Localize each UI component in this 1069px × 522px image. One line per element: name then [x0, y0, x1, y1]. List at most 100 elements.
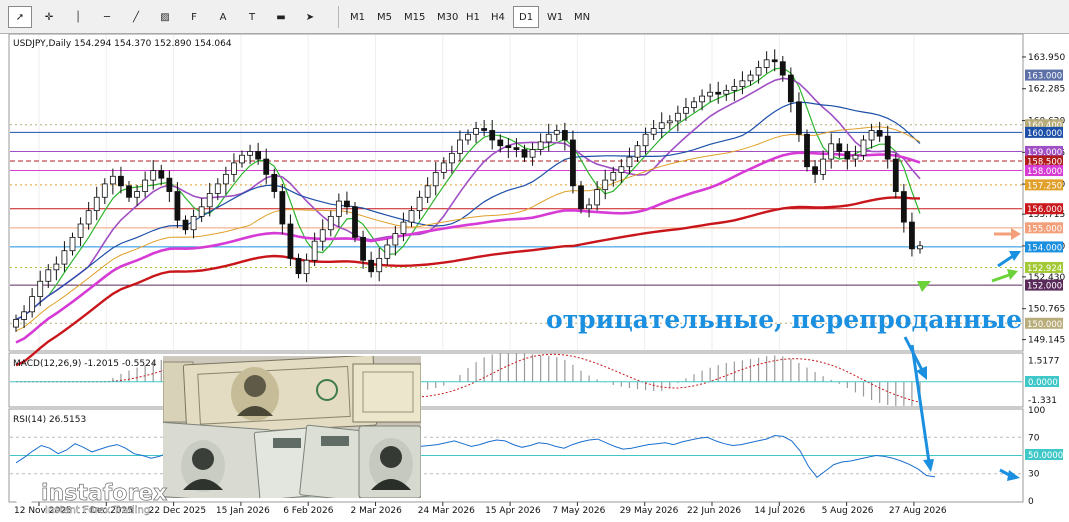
candle-body [319, 229, 326, 242]
candle-body [804, 133, 810, 168]
symbol-info: USDJPY,Daily 154.294 154.370 152.890 154… [13, 39, 232, 49]
candle-body [707, 91, 714, 97]
price-tag-text: 157.250 [1027, 181, 1062, 191]
candle-body [521, 149, 528, 158]
candle-body [231, 162, 237, 175]
candle-body [408, 210, 415, 223]
candle-body [150, 170, 157, 181]
date-label: 27 Aug 2026 [889, 506, 947, 516]
date-label: 22 Jun 2026 [687, 506, 741, 516]
candle-body [489, 130, 496, 141]
price-tick-label: 150.765 [1028, 305, 1065, 315]
candle-body [465, 133, 471, 141]
date-label: 14 Jul 2026 [754, 506, 805, 516]
candle-body [440, 162, 447, 173]
price-line-labels: 163.000160.400160.000159.000158.500158.0… [1025, 69, 1063, 330]
candle-body [368, 259, 375, 273]
candle-body [537, 141, 544, 150]
candle-body [868, 130, 875, 141]
candle-body [352, 206, 358, 238]
date-label: 5 Aug 2026 [822, 506, 874, 516]
date-label: 6 Feb 2026 [283, 506, 334, 516]
price-tag-text: 156.000 [1027, 205, 1062, 215]
candle-body [126, 185, 132, 198]
candle-body [344, 200, 350, 208]
candle-body [505, 145, 512, 149]
candle-body [13, 319, 19, 328]
candle-body [416, 196, 423, 212]
candle-body [327, 215, 334, 231]
candle-body [432, 172, 439, 187]
candle-body [37, 280, 44, 297]
candle-body [335, 200, 342, 217]
candle-body [513, 147, 520, 150]
candle-body [779, 61, 786, 76]
macd-tick-label: -1.331 [1028, 396, 1057, 406]
candle-body [424, 185, 431, 198]
candle-body [118, 175, 124, 187]
candle-body [561, 130, 568, 141]
candle-body [134, 191, 140, 198]
candle-body [892, 158, 899, 192]
candle-body [182, 219, 189, 231]
candle-body [747, 74, 754, 82]
price-tag-text: 160.000 [1027, 129, 1062, 139]
candle-body [642, 133, 649, 147]
candle-body [29, 296, 36, 313]
date-label: 7 May 2026 [552, 506, 605, 516]
candle-body [61, 250, 68, 265]
candle-body [271, 173, 278, 192]
candle-body [787, 74, 794, 103]
candle-body [594, 189, 601, 206]
candle-body [699, 95, 705, 103]
candle-body [820, 158, 827, 175]
candle-body [93, 196, 100, 212]
candle-body [578, 185, 584, 210]
candle-body [900, 191, 907, 223]
rsi-tick-label: 100 [1028, 406, 1045, 416]
candle-body [109, 175, 116, 185]
candle-body [303, 259, 310, 275]
candle-body [400, 221, 407, 234]
candle-body [731, 86, 738, 91]
banknotes-photo [163, 356, 421, 498]
chart[interactable]: 163.950162.285160.620158.955157.290155.7… [0, 0, 1069, 521]
candle-body [812, 166, 818, 175]
macd-zero-tag-text: 0.0000 [1028, 378, 1058, 388]
candle-body [529, 149, 536, 158]
candle-body [771, 59, 778, 63]
candle-body [222, 173, 229, 185]
candle-body [158, 170, 165, 179]
candle-body [457, 139, 463, 154]
candle-body [723, 89, 730, 95]
price-tag-text: 152.000 [1027, 282, 1062, 292]
price-panel[interactable] [8, 33, 1024, 352]
annotation-text: отрицательные, перепроданные [546, 305, 1022, 334]
rsi-label: RSI(14) 26.5153 [13, 415, 86, 425]
candle-body [287, 223, 294, 259]
price-tick-label: 149.145 [1028, 336, 1065, 346]
candle-body [295, 257, 302, 275]
rsi-tick-label: 0 [1028, 497, 1034, 507]
candle-body [497, 139, 504, 147]
candle-body [691, 101, 697, 108]
price-tag-text: 150.000 [1027, 320, 1062, 330]
date-label: 15 Jan 2026 [216, 506, 270, 516]
candle-body [909, 221, 915, 250]
date-label: 29 May 2026 [620, 506, 679, 516]
instaforex-logo: instaforex Instant Forex Trading [8, 478, 178, 518]
date-label: 24 Mar 2026 [418, 506, 475, 516]
candle-body [166, 177, 173, 192]
candle-body [626, 156, 633, 168]
candle-body [634, 145, 641, 158]
rsi-tick-label: 70 [1028, 433, 1040, 443]
price-tick-label: 162.285 [1028, 85, 1065, 95]
candle-body [101, 183, 108, 198]
candle-body [860, 139, 867, 156]
candle-body [755, 67, 762, 76]
candle-body [545, 133, 552, 143]
price-tag-text: 152.924 [1027, 264, 1062, 274]
candle-body [247, 151, 253, 156]
price-tag-text: 155.000 [1027, 224, 1062, 234]
price-tag-text: 163.000 [1027, 72, 1062, 82]
